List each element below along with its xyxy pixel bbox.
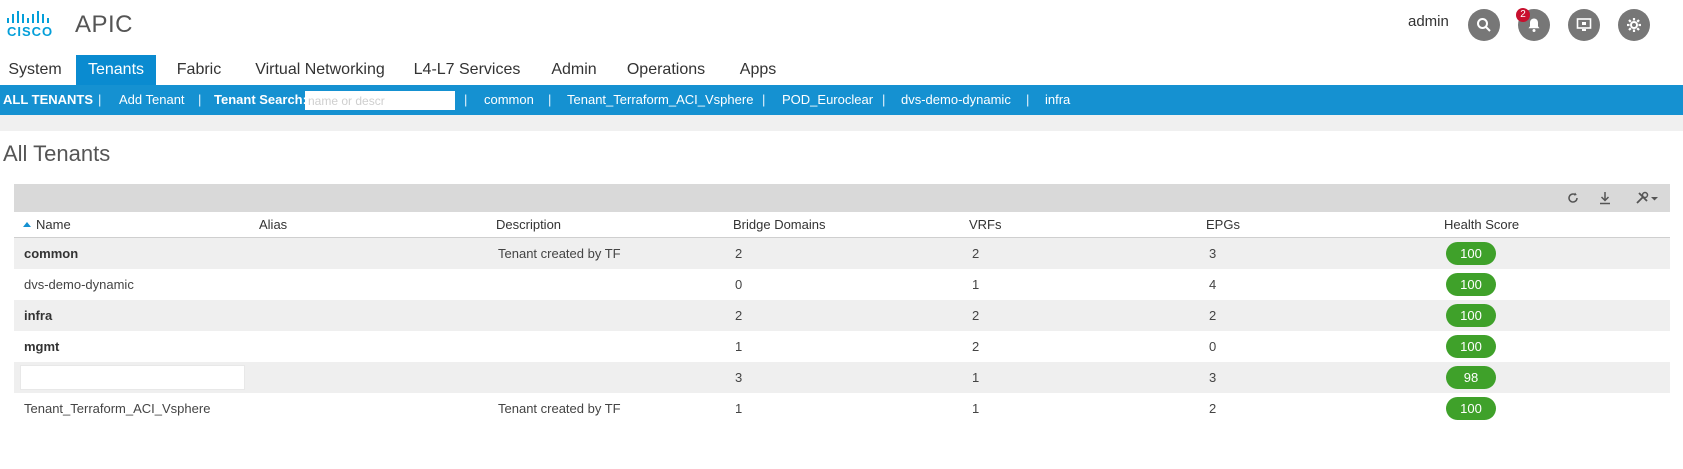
- tenant-search-label: Tenant Search:: [214, 92, 307, 107]
- tenant-name[interactable]: common: [24, 246, 78, 261]
- recent-tenant-infra[interactable]: infra: [1045, 85, 1070, 115]
- vrfs-count: 2: [972, 308, 980, 323]
- table-row[interactable]: dvs-demo-dynamic 0 1 4 100: [14, 269, 1670, 300]
- health-score-badge: 100: [1446, 397, 1496, 420]
- add-tenant-link[interactable]: Add Tenant: [119, 85, 185, 115]
- download-icon: [1600, 192, 1610, 205]
- tenant-description: Tenant created by TF: [498, 401, 621, 416]
- bridge-domains-count: 1: [735, 339, 743, 354]
- health-score-badge: 100: [1446, 335, 1496, 358]
- tab-l4-l7-services[interactable]: L4-L7 Services: [408, 55, 526, 85]
- tenant-subnav: ALL TENANTS | Add Tenant | Tenant Search…: [0, 85, 1683, 115]
- monitor-icon: [1576, 18, 1592, 31]
- tenant-name[interactable]: mgmt: [24, 339, 59, 354]
- vrfs-count: 1: [972, 401, 980, 416]
- all-tenants-link[interactable]: ALL TENANTS: [3, 85, 93, 115]
- table-row[interactable]: Tenant_Terraform_ACI_Vsphere Tenant crea…: [14, 393, 1670, 424]
- recent-tenant-pod-euroclear[interactable]: POD_Euroclear: [782, 85, 873, 115]
- recent-tenant-dvs-demo[interactable]: dvs-demo-dynamic: [901, 85, 1011, 115]
- gear-icon: [1627, 18, 1641, 32]
- main-tabs: System Tenants Fabric Virtual Networking…: [0, 55, 1683, 85]
- bridge-domains-count: 3: [735, 370, 743, 385]
- table-row[interactable]: common Tenant created by TF 2 2 3 100: [14, 238, 1670, 269]
- tab-operations[interactable]: Operations: [622, 55, 710, 85]
- vrfs-count: 2: [972, 246, 980, 261]
- epgs-count: 2: [1209, 401, 1217, 416]
- separator: |: [762, 92, 766, 107]
- search-icon: [1477, 18, 1491, 32]
- recent-tenant-terraform[interactable]: Tenant_Terraform_ACI_Vsphere: [567, 85, 753, 115]
- column-header-health-score[interactable]: Health Score: [1444, 217, 1519, 232]
- search-button[interactable]: [1468, 9, 1500, 41]
- column-header-alias[interactable]: Alias: [259, 217, 287, 232]
- epgs-count: 3: [1209, 370, 1217, 385]
- tenant-description: Tenant created by TF: [498, 246, 621, 261]
- tools-dropdown[interactable]: [1634, 189, 1660, 207]
- app-title: APIC: [75, 11, 134, 38]
- separator: |: [98, 92, 102, 107]
- bridge-domains-count: 2: [735, 308, 743, 323]
- refresh-button[interactable]: [1564, 189, 1582, 207]
- column-header-bridge-domains[interactable]: Bridge Domains: [733, 217, 826, 232]
- epgs-count: 0: [1209, 339, 1217, 354]
- separator: |: [464, 92, 468, 107]
- health-score-badge: 100: [1446, 273, 1496, 296]
- refresh-icon: [1568, 192, 1578, 203]
- tenant-name[interactable]: dvs-demo-dynamic: [24, 277, 134, 292]
- bridge-domains-count: 0: [735, 277, 743, 292]
- vrfs-count: 1: [972, 277, 980, 292]
- table-toolbar: [14, 184, 1670, 212]
- table-row[interactable]: 3 1 3 98: [14, 362, 1670, 393]
- vrfs-count: 2: [972, 339, 980, 354]
- separator: |: [198, 92, 202, 107]
- tab-apps[interactable]: Apps: [732, 55, 784, 85]
- tab-fabric[interactable]: Fabric: [170, 55, 228, 85]
- health-score-badge: 100: [1446, 304, 1496, 327]
- settings-button[interactable]: [1618, 9, 1650, 41]
- tenant-name[interactable]: Tenant_Terraform_ACI_Vsphere: [24, 401, 210, 416]
- bridge-domains-count: 2: [735, 246, 743, 261]
- recent-tenant-common[interactable]: common: [484, 85, 534, 115]
- tab-system[interactable]: System: [0, 55, 70, 85]
- header: CISCO APIC admin 2: [0, 0, 1683, 50]
- bridge-domains-count: 1: [735, 401, 743, 416]
- epgs-count: 3: [1209, 246, 1217, 261]
- display-button[interactable]: [1568, 9, 1600, 41]
- column-header-epgs[interactable]: EPGs: [1206, 217, 1240, 232]
- cisco-logo: CISCO: [6, 7, 56, 39]
- download-button[interactable]: [1596, 189, 1614, 207]
- divider-strip: [0, 115, 1683, 131]
- column-header-name-label: Name: [36, 217, 71, 232]
- table-header: Name Alias Description Bridge Domains VR…: [14, 212, 1670, 238]
- table-row[interactable]: infra 2 2 2 100: [14, 300, 1670, 331]
- sort-ascending-icon: [23, 222, 31, 228]
- health-score-badge: 98: [1446, 366, 1496, 389]
- epgs-count: 2: [1209, 308, 1217, 323]
- wrench-icon: [1636, 191, 1658, 204]
- health-score-badge: 100: [1446, 242, 1496, 265]
- logo-text: CISCO: [7, 24, 54, 39]
- tenant-name[interactable]: infra: [24, 308, 52, 323]
- user-menu[interactable]: admin: [1408, 13, 1449, 30]
- table-row[interactable]: mgmt 1 2 0 100: [14, 331, 1670, 362]
- tenant-name-blank[interactable]: [20, 365, 245, 390]
- separator: |: [1026, 92, 1030, 107]
- tab-admin[interactable]: Admin: [546, 55, 602, 85]
- vrfs-count: 1: [972, 370, 980, 385]
- tab-virtual-networking[interactable]: Virtual Networking: [250, 55, 390, 85]
- column-header-vrfs[interactable]: VRFs: [969, 217, 1002, 232]
- notification-badge: 2: [1516, 8, 1530, 22]
- tab-tenants[interactable]: Tenants: [76, 55, 156, 85]
- column-header-description[interactable]: Description: [496, 217, 561, 232]
- separator: |: [882, 92, 886, 107]
- page-title: All Tenants: [3, 141, 111, 166]
- tenant-search-input[interactable]: [305, 91, 455, 110]
- epgs-count: 4: [1209, 277, 1217, 292]
- column-header-name[interactable]: Name: [23, 217, 71, 232]
- separator: |: [548, 92, 552, 107]
